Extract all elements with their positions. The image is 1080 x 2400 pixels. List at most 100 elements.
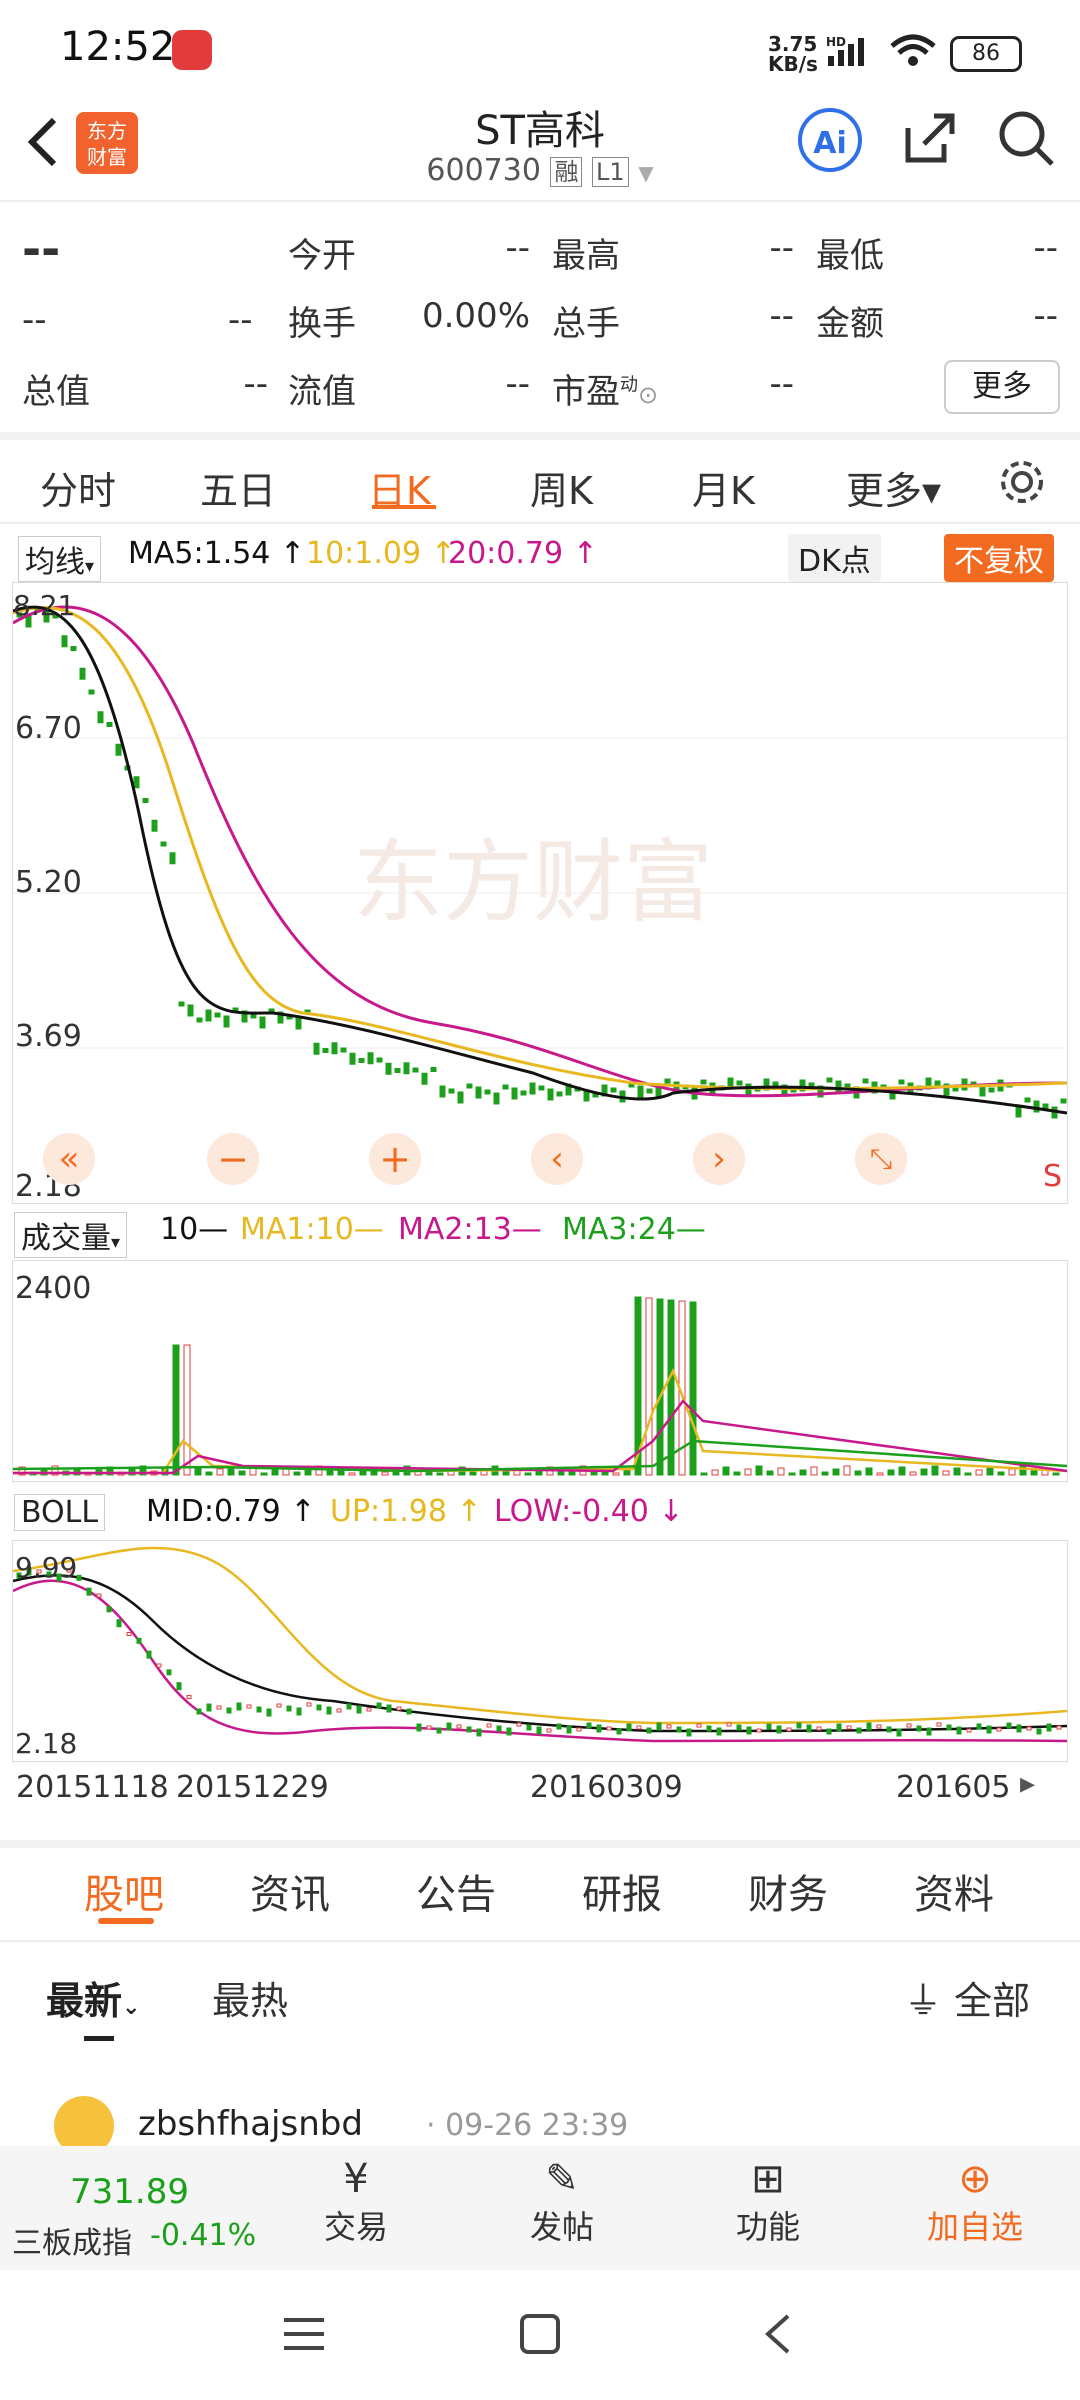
boll-candle — [766, 1723, 772, 1730]
adjustment-button[interactable]: 不复权 — [944, 534, 1054, 582]
network-speed: 3.75 KB/s — [768, 32, 818, 76]
candle — [1042, 1103, 1049, 1109]
boll-candle — [1006, 1722, 1012, 1729]
boll-candle — [236, 1702, 242, 1711]
post-button[interactable]: ✎ 发帖 — [522, 2156, 602, 2248]
dk-point-button[interactable]: DK点 — [788, 534, 881, 582]
boll-candle — [456, 1724, 462, 1729]
candle — [295, 1017, 302, 1030]
tab-guba[interactable]: 股吧 — [84, 1862, 164, 1920]
open-label: 今开 — [288, 236, 356, 276]
boll-candle — [1016, 1724, 1022, 1733]
candle — [385, 1062, 392, 1075]
candle — [529, 1082, 536, 1095]
settings-gear-icon[interactable] — [996, 456, 1048, 512]
candle — [358, 1058, 365, 1063]
float-mv-label: 流值 — [288, 372, 356, 412]
tab-more[interactable]: 更多▾ — [846, 460, 941, 515]
ma-selector[interactable]: 均线▾ — [18, 536, 102, 582]
x-tick-2: 20151229 — [176, 1770, 329, 1805]
tab-weekly-k[interactable]: 周K — [530, 460, 593, 515]
volume-bar — [953, 1467, 961, 1476]
fullscreen-icon[interactable]: ⤡ — [855, 1133, 907, 1185]
volume-chart[interactable]: 2400 — [12, 1260, 1068, 1482]
candle — [142, 798, 149, 803]
tab-news[interactable]: 资讯 — [250, 1862, 330, 1920]
active-tab-underline — [372, 505, 436, 509]
function-button[interactable]: ⊞ 功能 — [728, 2156, 808, 2248]
vol-ma1: MA1:10— — [240, 1212, 384, 1247]
filter-icon: ⏚ — [904, 1979, 943, 2023]
boll-candle — [796, 1722, 802, 1729]
high-label: 最高 — [552, 236, 620, 276]
home-icon[interactable] — [518, 2312, 562, 2360]
sort-latest[interactable]: 最新⌄ — [46, 1970, 140, 2025]
search-icon[interactable] — [996, 108, 1056, 181]
ai-button[interactable]: Ai — [798, 108, 862, 172]
volume-bar — [777, 1467, 785, 1476]
candle — [133, 776, 140, 789]
candle — [466, 1083, 473, 1089]
add-watchlist-button[interactable]: ⊕ 加自选 — [920, 2156, 1030, 2248]
boll-candle — [326, 1706, 332, 1715]
tab-announcements[interactable]: 公告 — [416, 1862, 496, 1920]
filter-button[interactable]: ⏚ 全部 — [904, 1970, 1030, 2025]
volume-bar — [700, 1472, 708, 1476]
post-username[interactable]: zbshfhajsnbd — [138, 2104, 363, 2144]
scroll-left-icon[interactable]: ‹ — [531, 1133, 583, 1185]
boll-candle — [736, 1724, 742, 1731]
tab-research[interactable]: 研报 — [582, 1862, 662, 1920]
zoom-out-icon[interactable]: − — [207, 1133, 259, 1185]
candle — [475, 1086, 482, 1099]
boll-candle — [196, 1708, 202, 1715]
boll-candle — [656, 1722, 662, 1731]
tab-finance[interactable]: 财务 — [748, 1862, 828, 1920]
y-tick-top: 8.21 — [13, 589, 76, 622]
boll-candle — [276, 1703, 282, 1708]
boll-candle — [126, 1632, 132, 1636]
x-tick-1: 20151118 — [16, 1770, 169, 1805]
volume-selector[interactable]: 成交量▾ — [14, 1212, 128, 1258]
scroll-right-arrow-icon[interactable]: ▸ — [1020, 1766, 1035, 1801]
candle — [259, 1016, 266, 1029]
boll-candle — [576, 1727, 582, 1732]
volume-bar — [887, 1469, 895, 1476]
trade-button[interactable]: ¥ 交易 — [316, 2156, 396, 2248]
boll-candle — [786, 1727, 792, 1732]
candle — [484, 1089, 491, 1095]
boll-candle — [246, 1704, 252, 1709]
back-nav-icon[interactable] — [756, 2312, 800, 2360]
volume-bar — [1052, 1472, 1060, 1476]
boll-candle — [216, 1705, 222, 1710]
news-divider — [0, 1940, 1080, 1942]
share-icon[interactable] — [900, 108, 960, 181]
zoom-out-fast-icon[interactable]: « — [43, 1133, 95, 1185]
vol-ma3: MA3:24— — [562, 1212, 706, 1247]
kline-chart[interactable]: 东方财富 8.21 6.70 5.20 3.69 2.18 S « − + ‹ … — [12, 582, 1068, 1204]
tab-5day[interactable]: 五日 — [200, 460, 276, 515]
more-quote-button[interactable]: 更多 — [944, 360, 1060, 414]
tab-intraday[interactable]: 分时 — [40, 460, 116, 515]
boll-selector[interactable]: BOLL — [14, 1494, 106, 1531]
level-tag: L1 — [592, 157, 629, 187]
volume-bar — [788, 1472, 796, 1476]
wifi-icon — [888, 32, 938, 72]
volume-bar — [436, 1472, 444, 1476]
volume-bar — [656, 1298, 664, 1476]
info-icon: ⊙ — [638, 381, 659, 409]
x-axis: 20151118 20151229 20160309 201605 ▸ — [0, 1760, 1080, 1810]
boll-candle — [976, 1723, 982, 1730]
scroll-right-icon[interactable]: › — [693, 1133, 745, 1185]
candle — [187, 1004, 194, 1017]
tab-profile[interactable]: 资料 — [914, 1862, 994, 1920]
tab-monthly-k[interactable]: 月K — [692, 460, 755, 515]
menu-icon[interactable] — [282, 2314, 326, 2358]
stock-code: 600730 — [426, 153, 541, 188]
index-value[interactable]: 731.89 — [70, 2172, 189, 2212]
boll-chart[interactable]: 9.99 2.18 — [12, 1540, 1068, 1762]
zoom-in-icon[interactable]: + — [369, 1133, 421, 1185]
boll-svg — [12, 1546, 1068, 1743]
volume-bar — [865, 1467, 873, 1476]
sort-hot[interactable]: 最热 — [212, 1970, 288, 2025]
change-value: -- — [22, 300, 47, 340]
